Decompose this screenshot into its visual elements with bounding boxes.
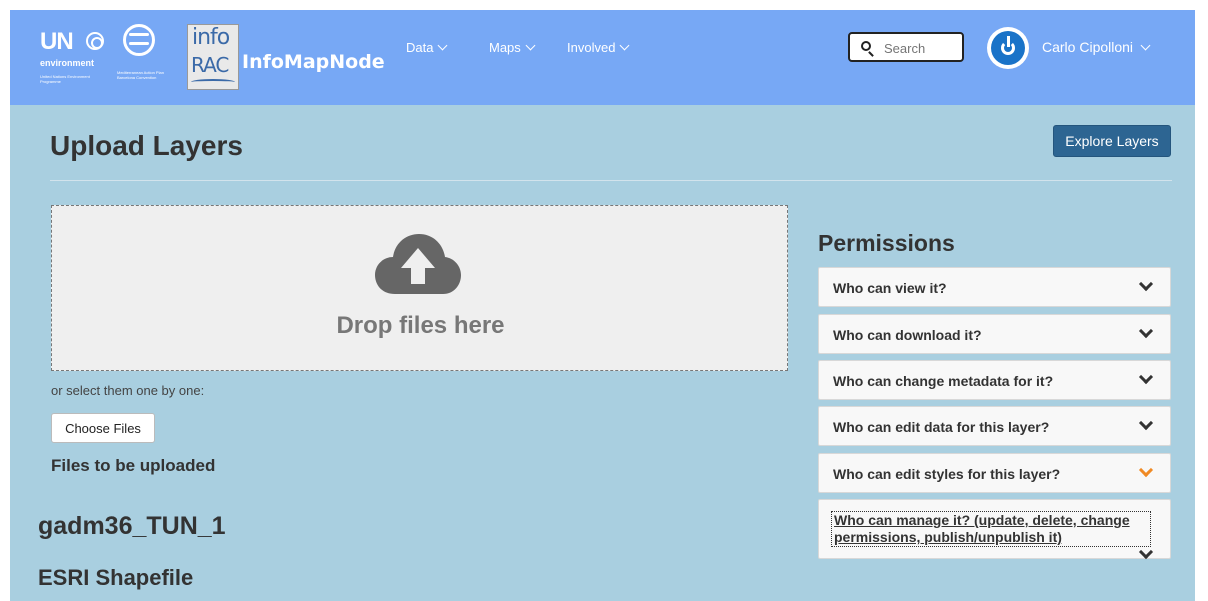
file-name: gadm36_TUN_1 xyxy=(38,512,226,540)
dropzone-text: Drop files here xyxy=(336,312,505,339)
nav-data[interactable]: Data xyxy=(406,40,448,55)
page-title: Upload Layers xyxy=(50,130,243,161)
permission-label: Who can change metadata for it? xyxy=(833,373,1054,389)
permission-download[interactable]: Who can download it? xyxy=(818,314,1171,354)
chevron-down-icon xyxy=(1138,276,1154,292)
permission-label: Who can manage it? (update, delete, chan… xyxy=(831,511,1151,547)
file-type: ESRI Shapefile xyxy=(38,565,194,590)
permission-edit-data[interactable]: Who can edit data for this layer? xyxy=(818,406,1171,446)
info-rac-logo[interactable]: info RAC xyxy=(187,24,239,90)
chevron-down-icon xyxy=(1140,40,1151,51)
map-barcelona-logo[interactable]: Mediterranean Action Plan Barcelona Conv… xyxy=(117,24,183,86)
un-emblem-icon xyxy=(86,32,104,50)
wave-icon xyxy=(191,79,235,85)
explore-layers-button[interactable]: Explore Layers xyxy=(1053,125,1171,157)
select-hint: or select them one by one: xyxy=(51,383,205,398)
chevron-down-icon xyxy=(525,40,536,51)
nav-involved[interactable]: Involved xyxy=(567,40,630,55)
chevron-down-icon xyxy=(1138,415,1154,431)
navbar: UN environment United Nations Environmen… xyxy=(10,10,1195,105)
search-box[interactable] xyxy=(848,32,964,62)
permission-manage[interactable]: Who can manage it? (update, delete, chan… xyxy=(818,499,1171,560)
permission-label: Who can download it? xyxy=(833,327,982,343)
nav-involved-label: Involved xyxy=(567,40,616,55)
nav-maps-label: Maps xyxy=(489,40,521,55)
permissions-title: Permissions xyxy=(818,230,955,256)
permission-change-metadata[interactable]: Who can change metadata for it? xyxy=(818,360,1171,400)
files-heading: Files to be uploaded xyxy=(51,456,216,475)
permission-label: Who can edit data for this layer? xyxy=(833,419,1050,435)
nav-data-label: Data xyxy=(406,40,434,55)
permission-label: Who can view it? xyxy=(833,280,947,296)
power-icon xyxy=(991,31,1025,65)
map-logo-small-text: Mediterranean Action Plan Barcelona Conv… xyxy=(117,70,164,80)
brand-link[interactable]: InfoMapNode xyxy=(242,51,385,73)
search-input[interactable] xyxy=(884,39,960,57)
cloud-upload-icon xyxy=(375,234,461,294)
chevron-down-icon xyxy=(619,40,630,51)
permission-view[interactable]: Who can view it? xyxy=(818,267,1171,307)
globe-icon xyxy=(123,24,155,56)
page: UN environment United Nations Environmen… xyxy=(10,10,1195,601)
nav-maps[interactable]: Maps xyxy=(489,40,536,55)
un-environment-logo[interactable]: UN environment United Nations Environmen… xyxy=(40,28,112,88)
user-name: Carlo Cipolloni xyxy=(1042,39,1134,55)
info-rac-logo-bottom: RAC xyxy=(191,53,229,77)
un-logo-subtitle: environment xyxy=(40,58,95,68)
chevron-down-icon xyxy=(1138,323,1154,339)
divider xyxy=(50,180,1172,181)
chevron-down-icon xyxy=(1138,369,1154,385)
chevron-down-icon xyxy=(438,40,448,51)
file-dropzone[interactable]: Drop files here xyxy=(51,205,788,371)
chevron-down-icon xyxy=(1138,544,1154,560)
user-menu[interactable]: Carlo Cipolloni xyxy=(1042,39,1151,55)
chevron-down-icon xyxy=(1138,462,1154,478)
un-logo-small-text: United Nations Environment Programme xyxy=(40,74,90,84)
permission-label: Who can edit styles for this layer? xyxy=(833,466,1061,482)
avatar[interactable] xyxy=(987,27,1029,69)
info-rac-logo-top: info xyxy=(192,25,230,50)
search-icon xyxy=(861,41,871,51)
permission-edit-styles[interactable]: Who can edit styles for this layer? xyxy=(818,453,1171,493)
un-logo-title: UN xyxy=(40,28,74,55)
choose-files-button[interactable]: Choose Files xyxy=(51,413,155,443)
